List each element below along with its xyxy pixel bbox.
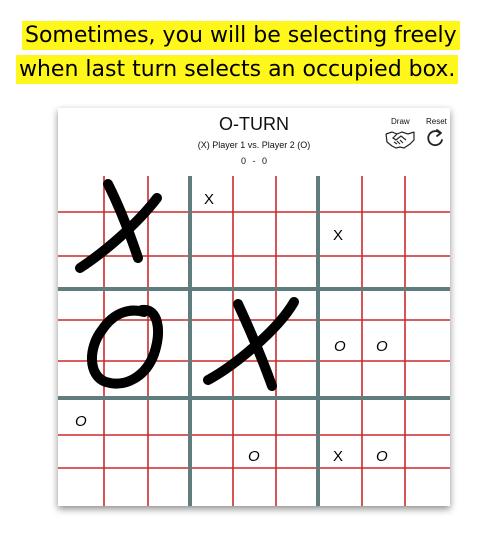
board-cell[interactable] xyxy=(362,361,405,398)
small-x-mark: X xyxy=(204,191,214,208)
score-display: 0 - 0 xyxy=(240,156,267,166)
draw-button[interactable] xyxy=(384,128,416,150)
caption-line-1: Sometimes, you will be selecting freely xyxy=(22,21,460,50)
board-cell[interactable] xyxy=(190,435,233,468)
board-cell[interactable] xyxy=(190,468,233,506)
board-cell[interactable] xyxy=(148,435,190,468)
board-cell[interactable] xyxy=(190,289,233,320)
board-cell[interactable] xyxy=(405,361,450,398)
board-cell[interactable] xyxy=(233,398,276,435)
board-cell[interactable] xyxy=(58,176,104,212)
small-o-mark: O xyxy=(334,338,346,355)
board-cell[interactable] xyxy=(362,176,405,212)
small-x-mark: X xyxy=(333,227,343,244)
board-cell[interactable] xyxy=(190,256,233,289)
small-o-mark: O xyxy=(376,338,388,355)
board-cell[interactable] xyxy=(148,398,190,435)
board-cell[interactable] xyxy=(104,468,148,506)
board-cell[interactable] xyxy=(405,320,450,361)
game-board: X X O O O O X O xyxy=(58,176,450,506)
small-x-mark: X xyxy=(333,448,343,465)
draw-label: Draw xyxy=(391,117,410,126)
board-cell[interactable] xyxy=(58,212,104,256)
board-cell[interactable] xyxy=(148,256,190,289)
board-cell[interactable] xyxy=(318,468,362,506)
board-cell[interactable] xyxy=(362,256,405,289)
board-cell[interactable] xyxy=(405,256,450,289)
board-cell[interactable] xyxy=(276,361,318,398)
board-cell[interactable] xyxy=(362,468,405,506)
board-cell[interactable] xyxy=(276,398,318,435)
board-cell[interactable] xyxy=(233,212,276,256)
board-cell[interactable] xyxy=(405,468,450,506)
handshake-icon xyxy=(385,131,415,149)
board-cell[interactable] xyxy=(190,212,233,256)
board-cell[interactable] xyxy=(233,468,276,506)
board-cell[interactable] xyxy=(276,256,318,289)
board-cell[interactable] xyxy=(405,176,450,212)
board-cell[interactable] xyxy=(276,212,318,256)
reset-label: Reset xyxy=(426,117,447,126)
board-cell[interactable] xyxy=(276,468,318,506)
game-card: X X O O O O X O O-TURN (X) Player 1 vs. … xyxy=(58,108,450,506)
board-cell[interactable] xyxy=(58,468,104,506)
board-cell[interactable] xyxy=(318,256,362,289)
board-cell[interactable] xyxy=(233,256,276,289)
board-cell[interactable] xyxy=(362,398,405,435)
board-cell[interactable] xyxy=(104,398,148,435)
board-cell[interactable] xyxy=(318,176,362,212)
board-cell[interactable] xyxy=(148,212,190,256)
board-cell[interactable] xyxy=(233,176,276,212)
board-cell[interactable] xyxy=(190,320,233,361)
board-cell[interactable] xyxy=(405,435,450,468)
small-o-mark: O xyxy=(75,413,87,430)
board-cell[interactable] xyxy=(190,398,233,435)
small-o-mark: O xyxy=(248,448,260,465)
board-cell[interactable] xyxy=(318,398,362,435)
board-cell[interactable] xyxy=(405,212,450,256)
board-cell[interactable] xyxy=(148,361,190,398)
board-cell[interactable] xyxy=(318,289,362,320)
board-cell[interactable] xyxy=(276,176,318,212)
board-cell[interactable] xyxy=(318,361,362,398)
board-cell[interactable] xyxy=(362,289,405,320)
board-cell[interactable] xyxy=(58,289,104,320)
reset-button[interactable] xyxy=(425,128,445,150)
small-o-mark: O xyxy=(376,448,388,465)
board-cell[interactable] xyxy=(276,435,318,468)
board-cell[interactable] xyxy=(104,435,148,468)
board-cell[interactable] xyxy=(405,398,450,435)
board-cell[interactable] xyxy=(58,435,104,468)
board-cell[interactable] xyxy=(405,289,450,320)
board-cell[interactable] xyxy=(148,468,190,506)
refresh-icon xyxy=(427,129,443,147)
board-cell[interactable] xyxy=(362,212,405,256)
caption-line-2: when last turn selects an occupied box. xyxy=(16,55,459,84)
